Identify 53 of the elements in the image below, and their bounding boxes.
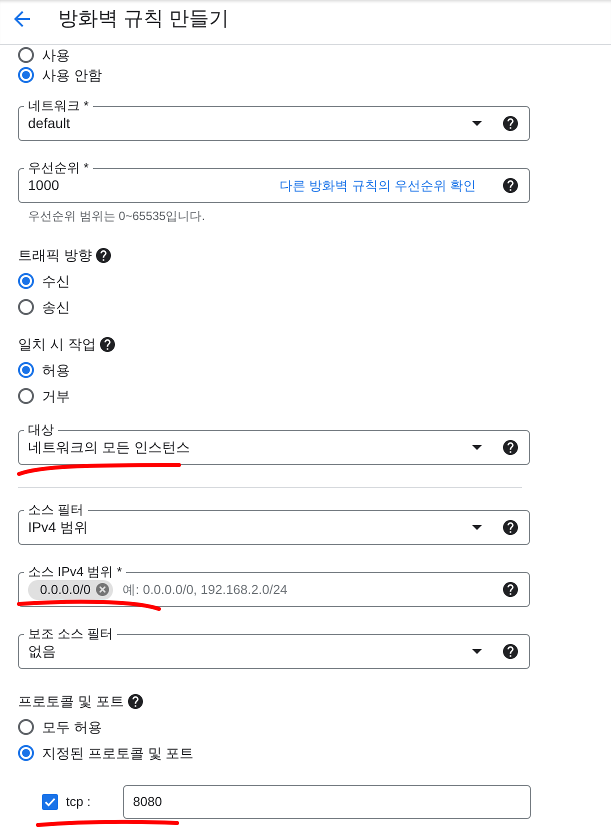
option-label: 수신 [42, 272, 70, 290]
field-value: IPv4 범위 [28, 518, 89, 537]
dropdown-caret-icon [472, 445, 482, 450]
help-icon[interactable] [96, 248, 111, 262]
dropdown-caret-icon [472, 649, 482, 654]
option-label: 모두 허용 [42, 718, 102, 736]
option-label: 사용 안함 [42, 66, 102, 84]
radio-button[interactable] [18, 719, 34, 735]
field-value: 네트워크의 모든 인스턴스 [28, 438, 191, 457]
option-label: 지정된 프로토콜 및 포트 [42, 744, 194, 762]
radio-button[interactable] [18, 388, 34, 404]
field-label: 우선순위 * [24, 161, 93, 175]
placeholder-text: 예: 0.0.0.0/0, 192.168.2.0/24 [122, 580, 288, 599]
option-label: 거부 [42, 387, 70, 405]
radio-button[interactable] [18, 273, 34, 289]
option-label: 사용 [42, 46, 70, 64]
dropdown-caret-icon [472, 121, 482, 126]
ip-range-chip[interactable]: 0.0.0.0/0 [28, 580, 113, 600]
dropdown-caret-icon [472, 525, 482, 530]
help-icon[interactable] [503, 520, 518, 535]
help-icon[interactable] [503, 440, 518, 455]
option-label: 송신 [42, 298, 70, 316]
arrow-left-icon[interactable] [14, 11, 30, 27]
field-label: 보조 소스 필터 [24, 627, 118, 641]
field-label: 네트워크 * [24, 99, 93, 113]
port-input[interactable]: 8080 [123, 785, 531, 819]
section-title: 일치 시 작업 [18, 334, 96, 354]
field-value: 없음 [28, 642, 57, 661]
helper-text: 우선순위 범위는 0~65535입니다. [27, 209, 206, 223]
radio-button[interactable] [18, 745, 34, 761]
help-icon[interactable] [503, 178, 518, 193]
radio-button[interactable] [18, 67, 34, 83]
help-icon[interactable] [503, 116, 518, 131]
protocol-label: tcp : [66, 794, 91, 809]
field-value: default [28, 114, 72, 133]
field-label: 대상 [24, 423, 58, 437]
help-icon[interactable] [128, 694, 143, 708]
field-value: 1000 [28, 176, 60, 195]
option-label: 허용 [42, 361, 70, 379]
radio-button[interactable] [18, 47, 34, 63]
page-title: 방화벽 규칙 만들기 [58, 7, 230, 31]
close-icon[interactable] [96, 583, 109, 596]
section-title: 트래픽 방향 [18, 246, 92, 264]
help-icon[interactable] [503, 582, 518, 597]
field-label: 소스 필터 [24, 503, 88, 517]
priority-link[interactable]: 다른 방화벽 규칙의 우선순위 확인 [280, 176, 476, 196]
help-icon[interactable] [100, 336, 115, 352]
radio-button[interactable] [18, 362, 34, 378]
help-icon[interactable] [503, 644, 518, 659]
radio-button[interactable] [18, 299, 34, 315]
field-label: 소스 IPv4 범위 * [24, 565, 126, 579]
checkbox[interactable] [42, 794, 58, 810]
section-title: 프로토콜 및 포트 [18, 692, 124, 710]
